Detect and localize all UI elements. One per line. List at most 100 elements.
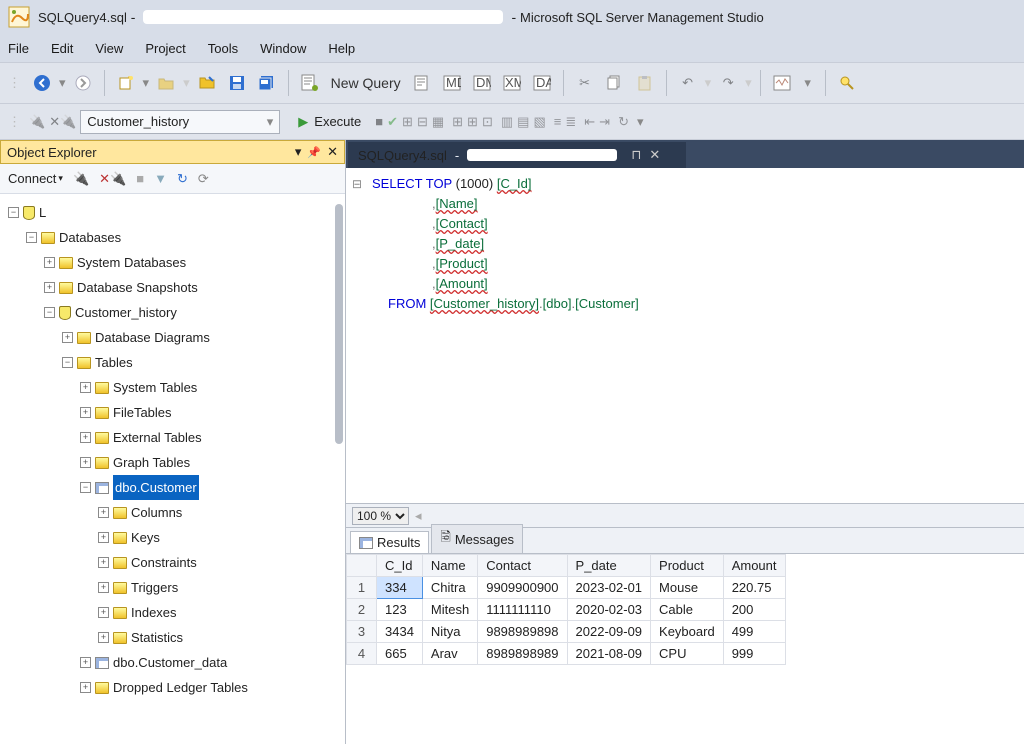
cell[interactable]: 999 <box>723 643 785 665</box>
row-number[interactable]: 3 <box>347 621 377 643</box>
sql-editor[interactable]: ⊟ SELECT TOP (1000) [C_Id] ,[Name] ,[Con… <box>346 168 1024 504</box>
cell[interactable]: 1111111110 <box>478 599 567 621</box>
mdx-button[interactable]: MDX <box>439 70 465 96</box>
cell[interactable]: 9909900900 <box>478 577 567 599</box>
cell[interactable]: 220.75 <box>723 577 785 599</box>
nav-back-button[interactable] <box>29 70 55 96</box>
new-item-button[interactable] <box>113 70 139 96</box>
close-tab-icon[interactable]: ✕ <box>649 147 660 163</box>
tree-dropped-ledger[interactable]: Dropped Ledger Tables <box>113 675 248 700</box>
menu-tools[interactable]: Tools <box>208 41 238 56</box>
table-row[interactable]: 2123Mitesh11111111102020-02-03Cable200 <box>347 599 786 621</box>
save-button[interactable] <box>224 70 250 96</box>
refresh-icon[interactable]: ↻ <box>177 171 188 187</box>
new-query-icon[interactable] <box>297 70 323 96</box>
dropdown-icon[interactable]: ▾ <box>295 144 302 160</box>
cut-button[interactable]: ✂ <box>572 70 598 96</box>
cell[interactable]: 499 <box>723 621 785 643</box>
open-button[interactable] <box>153 70 179 96</box>
nav-fwd-button[interactable] <box>70 70 96 96</box>
script-button[interactable] <box>409 70 435 96</box>
tree-db-diagrams[interactable]: Database Diagrams <box>95 325 210 350</box>
cell[interactable]: Chitra <box>422 577 477 599</box>
tree-databases[interactable]: Databases <box>59 225 121 250</box>
table-row[interactable]: 4665Arav89898989892021-08-09CPU999 <box>347 643 786 665</box>
cell[interactable]: Nitya <box>422 621 477 643</box>
col-product[interactable]: Product <box>651 555 724 577</box>
tree-filetables[interactable]: FileTables <box>113 400 172 425</box>
dropdown-icon[interactable]: ▾ <box>799 70 817 96</box>
col-amount[interactable]: Amount <box>723 555 785 577</box>
stop-button[interactable]: ■ <box>375 114 383 129</box>
change-conn-button[interactable] <box>194 70 220 96</box>
res3-button[interactable]: ▧ <box>533 114 545 130</box>
res2-button[interactable]: ▤ <box>517 114 529 130</box>
xmla-button[interactable]: XMLA <box>499 70 525 96</box>
res1-button[interactable]: ▥ <box>501 114 513 130</box>
database-combo[interactable]: Customer_history▾ <box>80 110 280 134</box>
find-button[interactable] <box>834 70 860 96</box>
menu-help[interactable]: Help <box>328 41 355 56</box>
cell[interactable]: 3434 <box>377 621 423 643</box>
tree-dbo-customer[interactable]: dbo.Customer <box>113 475 199 500</box>
tree-server[interactable]: L <box>39 200 46 225</box>
zoom-combo[interactable]: 100 % <box>352 507 409 525</box>
menu-window[interactable]: Window <box>260 41 306 56</box>
tree-snapshots[interactable]: Database Snapshots <box>77 275 198 300</box>
pin-icon[interactable]: 📌 <box>307 146 321 159</box>
cell[interactable]: Mouse <box>651 577 724 599</box>
cell[interactable]: 2020-02-03 <box>567 599 651 621</box>
tree-systables[interactable]: System Tables <box>113 375 197 400</box>
plan1-button[interactable]: ⊞ <box>402 114 413 130</box>
tree-triggers[interactable]: Triggers <box>131 575 178 600</box>
table-row[interactable]: 1334Chitra99099009002023-02-01Mouse220.7… <box>347 577 786 599</box>
editor-tab[interactable]: SQLQuery4.sql - ⊓ ✕ <box>348 142 686 168</box>
activity-icon[interactable]: ⟳ <box>198 171 209 187</box>
connect-icon[interactable]: 🔌 <box>29 114 45 130</box>
tree-keys[interactable]: Keys <box>131 525 160 550</box>
cell[interactable]: 8989898989 <box>478 643 567 665</box>
col-pdate[interactable]: P_date <box>567 555 651 577</box>
redo-button[interactable]: ↷ <box>715 70 741 96</box>
cell[interactable]: 9898989898 <box>478 621 567 643</box>
menu-project[interactable]: Project <box>145 41 185 56</box>
dmx-button[interactable]: DMX <box>469 70 495 96</box>
cell[interactable]: CPU <box>651 643 724 665</box>
col-contact[interactable]: Contact <box>478 555 567 577</box>
dax-button[interactable]: DAX <box>529 70 555 96</box>
fold-gutter[interactable]: ⊟ <box>352 174 362 194</box>
tree-graphtables[interactable]: Graph Tables <box>113 450 190 475</box>
tree-columns[interactable]: Columns <box>131 500 182 525</box>
pin-icon[interactable]: ⊓ <box>631 147 641 163</box>
copy-button[interactable] <box>602 70 628 96</box>
disconnect-icon[interactable]: ✕🔌 <box>49 114 76 130</box>
tree-sysdb[interactable]: System Databases <box>77 250 186 275</box>
table-row[interactable]: 33434Nitya98989898982022-09-09Keyboard49… <box>347 621 786 643</box>
cell[interactable]: 200 <box>723 599 785 621</box>
tree-customer-history[interactable]: Customer_history <box>75 300 177 325</box>
cell[interactable]: Cable <box>651 599 724 621</box>
menu-file[interactable]: File <box>8 41 29 56</box>
messages-tab[interactable]: 🗟Messages <box>431 524 523 553</box>
scrollbar-thumb[interactable] <box>335 204 343 444</box>
cell[interactable]: Mitesh <box>422 599 477 621</box>
cell[interactable]: 665 <box>377 643 423 665</box>
opt2-button[interactable]: ⊞ <box>467 114 478 130</box>
connect-button[interactable]: Connect▾ <box>8 171 63 186</box>
tree-indexes[interactable]: Indexes <box>131 600 177 625</box>
cell[interactable]: Keyboard <box>651 621 724 643</box>
tree-dbo-customer-data[interactable]: dbo.Customer_data <box>113 650 227 675</box>
results-grid[interactable]: C_Id Name Contact P_date Product Amount … <box>346 554 1024 744</box>
cell[interactable]: 334 <box>377 577 423 599</box>
disconnect-icon[interactable]: ✕🔌 <box>99 171 126 187</box>
tree-exttables[interactable]: External Tables <box>113 425 202 450</box>
cm1-button[interactable]: ⇤ <box>584 114 595 130</box>
col-cid[interactable]: C_Id <box>377 555 423 577</box>
connect-icon[interactable]: 🔌 <box>73 171 89 187</box>
row-number[interactable]: 2 <box>347 599 377 621</box>
indent2-button[interactable]: ≣ <box>565 114 576 130</box>
undo-button[interactable]: ↶ <box>675 70 701 96</box>
cell[interactable]: 123 <box>377 599 423 621</box>
tree-tables[interactable]: Tables <box>95 350 133 375</box>
results-tab[interactable]: Results <box>350 531 429 553</box>
